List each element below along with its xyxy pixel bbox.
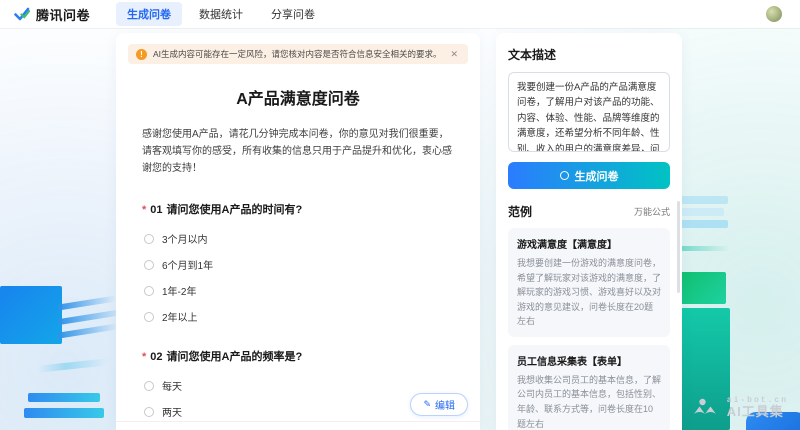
option-label: 两天: [162, 404, 182, 419]
question-text: 请问您使用A产品的频率是?: [167, 348, 303, 364]
question-text: 请问您使用A产品的时间有?: [167, 201, 303, 217]
question-2-options: 每天 两天 三天 一星期 其他: [144, 378, 454, 430]
survey-preview-panel: ! AI生成内容可能存在一定风险，请您核对内容是否符合信息安全相关的要求。 ✕ …: [116, 33, 480, 430]
question-1-options: 3个月以内 6个月到1年 1年-2年 2年以上: [144, 231, 454, 324]
example-title: 员工信息采集表【表单】: [517, 353, 627, 368]
ai-risk-warning-banner: ! AI生成内容可能存在一定风险，请您核对内容是否符合信息安全相关的要求。 ✕: [128, 44, 468, 64]
decor-blue-cube: [0, 286, 62, 344]
edit-button[interactable]: ✎ 编辑: [410, 393, 468, 416]
required-mark: *: [142, 204, 146, 216]
question-1-head: * 01 请问您使用A产品的时间有?: [142, 201, 454, 217]
pencil-icon: ✎: [423, 399, 431, 410]
generate-survey-button[interactable]: 生成问卷: [508, 162, 670, 189]
warning-text: AI生成内容可能存在一定风险，请您核对内容是否符合信息安全相关的要求。: [153, 48, 442, 60]
decor-streak: [678, 246, 730, 251]
decor-blue-bar: [28, 393, 100, 402]
radio-icon[interactable]: [144, 260, 154, 270]
example-body: 我想收集公司员工的基本信息，了解公司内员工的基本信息，包括性别、年龄、联系方式等…: [517, 373, 661, 430]
option-row[interactable]: 1年-2年: [144, 283, 454, 298]
watermark-text: ai-bot.cn AI工具集: [727, 396, 788, 420]
nav-tabs: 生成问卷 数据统计 分享问卷: [116, 2, 326, 26]
watermark-name: AI工具集: [727, 405, 788, 420]
tab-share-survey[interactable]: 分享问卷: [260, 2, 326, 26]
decor-stripe: [678, 208, 724, 216]
radio-icon[interactable]: [144, 381, 154, 391]
generation-sidebar: 文本描述 我要创建一份A产品的产品满意度问卷，了解用户对该产品的功能、内容、体验…: [496, 33, 682, 430]
option-label: 1年-2年: [162, 283, 196, 298]
prompt-textarea[interactable]: 我要创建一份A产品的产品满意度问卷，了解用户对该产品的功能、内容、体验、性能、品…: [508, 72, 670, 152]
option-label: 每天: [162, 378, 182, 393]
option-row[interactable]: 2年以上: [144, 309, 454, 324]
user-avatar[interactable]: [766, 6, 782, 22]
survey-description: 感谢您使用A产品，请花几分钟完成本问卷，你的意见对我们很重要，请客观填写你的感受…: [142, 126, 454, 177]
close-icon[interactable]: ✕: [448, 47, 460, 62]
question-2-head: * 02 请问您使用A产品的频率是?: [142, 348, 454, 364]
radio-icon[interactable]: [144, 286, 154, 296]
formula-link[interactable]: 万能公式: [634, 205, 670, 218]
sidebar-scrollbar[interactable]: [677, 201, 680, 293]
question-1: * 01 请问您使用A产品的时间有? 3个月以内 6个月到1年 1年-2年 2年…: [142, 201, 454, 324]
radio-icon[interactable]: [144, 234, 154, 244]
ai-bot-logo-icon: [694, 398, 720, 418]
radio-icon[interactable]: [144, 407, 154, 417]
decor-stripe: [58, 323, 118, 339]
option-row[interactable]: 两天: [144, 404, 454, 419]
prompt-section-title: 文本描述: [508, 46, 670, 63]
generate-icon: [560, 171, 569, 180]
example-card-employee-form[interactable]: 员工信息采集表【表单】 我想收集公司员工的基本信息，了解公司内员工的基本信息，包…: [508, 345, 670, 430]
example-title: 游戏满意度【满意度】: [517, 236, 617, 251]
option-label: 2年以上: [162, 309, 198, 324]
option-label: 3个月以内: [162, 231, 208, 246]
footer-divider: [116, 421, 480, 422]
warning-icon: !: [136, 49, 147, 60]
required-mark: *: [142, 351, 146, 363]
ai-bot-watermark: ai-bot.cn AI工具集: [694, 396, 788, 420]
example-body: 我想要创建一份游戏的满意度问卷，希望了解玩家对该游戏的满意度，了解玩家的游戏习惯…: [517, 256, 661, 329]
example-card-game-satisfaction[interactable]: 游戏满意度【满意度】 我想要创建一份游戏的满意度问卷，希望了解玩家对该游戏的满意…: [508, 228, 670, 337]
question-number: 01: [150, 204, 162, 216]
question-number: 02: [150, 351, 162, 363]
app-logo[interactable]: 腾讯问卷: [14, 5, 90, 24]
decor-stripe: [58, 295, 116, 310]
tab-data-statistics[interactable]: 数据统计: [188, 2, 254, 26]
decor-streak: [38, 358, 108, 372]
survey-title: A产品满意度问卷: [116, 85, 480, 109]
option-row[interactable]: 3个月以内: [144, 231, 454, 246]
app-title: 腾讯问卷: [36, 5, 90, 24]
option-row[interactable]: 每天: [144, 378, 454, 393]
decor-stripe: [678, 196, 728, 204]
logo-check-icon: [14, 6, 30, 22]
decor-blue-bar: [24, 408, 104, 418]
option-row[interactable]: 6个月到1年: [144, 257, 454, 272]
decor-stripe: [678, 220, 728, 228]
top-navbar: 腾讯问卷 生成问卷 数据统计 分享问卷: [0, 0, 800, 28]
decor-green-box: [678, 272, 726, 304]
examples-header: 范例 万能公式: [508, 203, 670, 220]
edit-button-label: 编辑: [435, 397, 455, 412]
tab-generate-survey[interactable]: 生成问卷: [116, 2, 182, 26]
generate-button-label: 生成问卷: [575, 168, 619, 184]
option-label: 6个月到1年: [162, 257, 213, 272]
examples-title: 范例: [508, 203, 532, 220]
radio-icon[interactable]: [144, 312, 154, 322]
question-2: * 02 请问您使用A产品的频率是? 每天 两天 三天 一星期: [142, 348, 454, 430]
